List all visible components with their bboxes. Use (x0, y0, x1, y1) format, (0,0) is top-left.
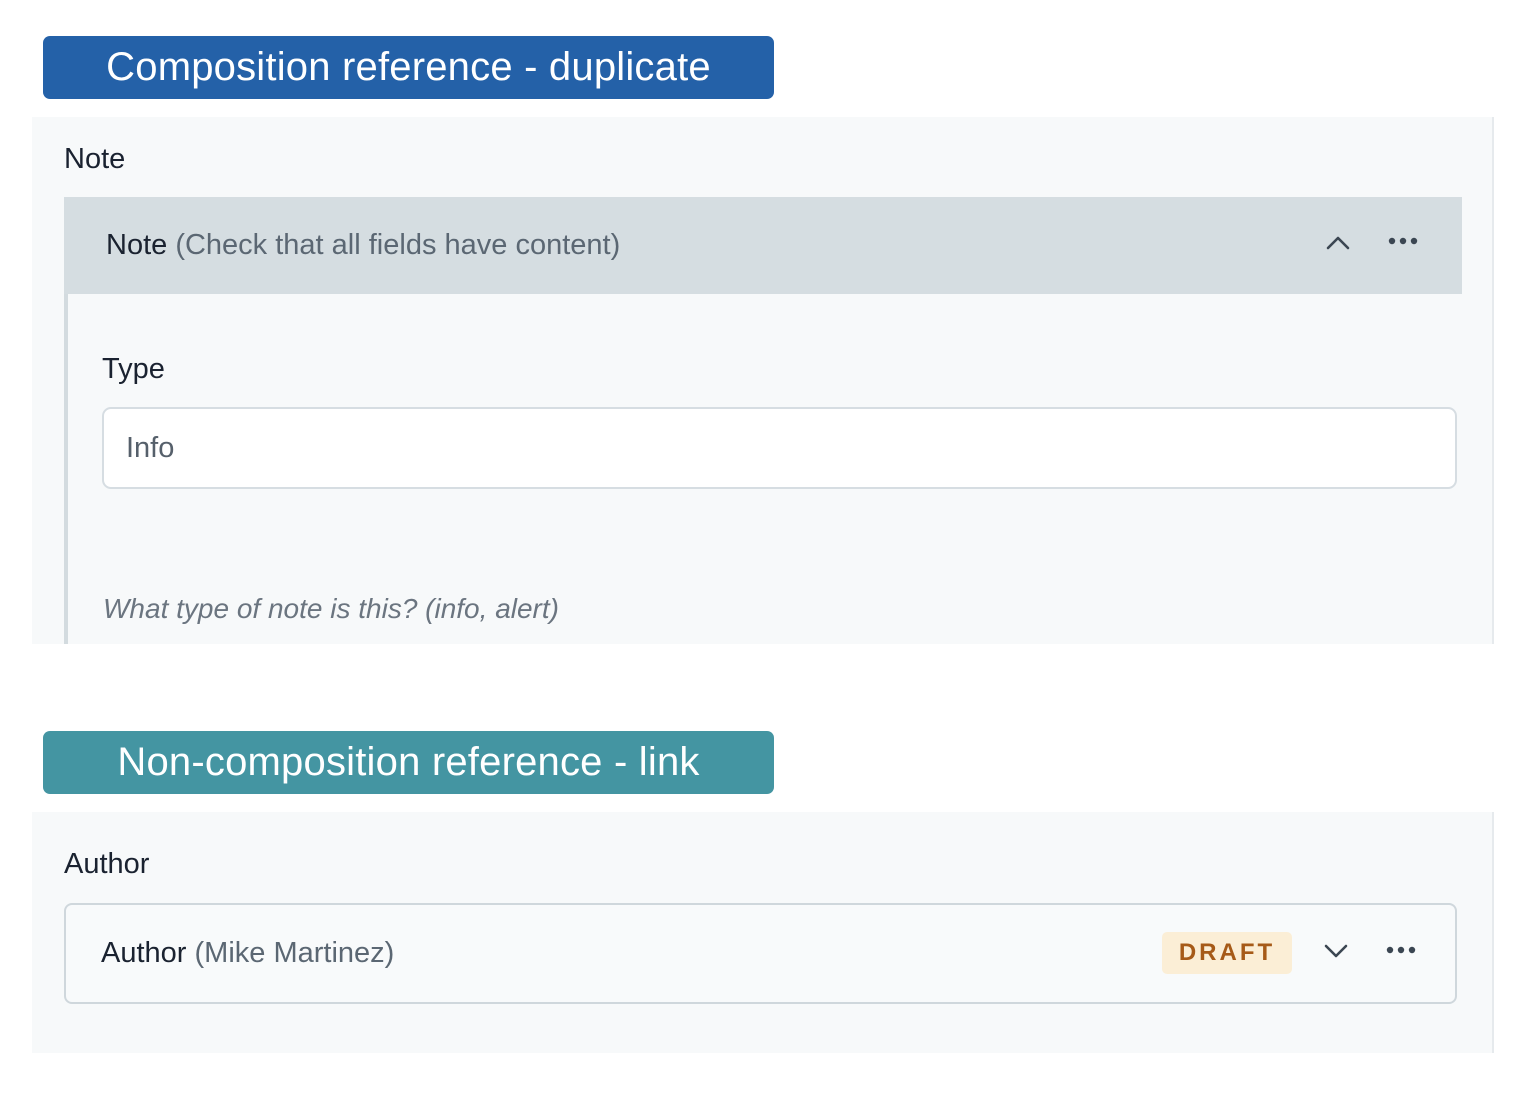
author-link-title-text: Author (101, 937, 187, 969)
chevron-up-icon (1326, 236, 1350, 250)
author-menu-button[interactable] (1381, 930, 1421, 970)
note-entry-title-text: Note (106, 229, 168, 261)
composition-reference-panel: Note Note (Check that all fields have co… (32, 117, 1494, 644)
more-horizontal-icon (1386, 946, 1416, 954)
note-menu-button[interactable] (1383, 221, 1423, 261)
composition-reference-tag: Composition reference - duplicate (43, 36, 774, 99)
type-help-text: What type of note is this? (info, alert) (103, 593, 559, 624)
non-composition-reference-panel: Author Author (Mike Martinez) DRAFT (32, 812, 1494, 1053)
note-entry-header[interactable]: Note (Check that all fields have content… (64, 197, 1462, 294)
type-field-label: Type (102, 353, 165, 385)
note-entry-title: Note (Check that all fields have content… (106, 229, 620, 262)
author-link-title: Author (Mike Martinez) (101, 937, 394, 970)
author-link-card[interactable]: Author (Mike Martinez) DRAFT (64, 903, 1457, 1004)
author-field-title: Author (64, 848, 150, 880)
author-link-subtitle: (Mike Martinez) (194, 937, 395, 969)
chevron-down-icon (1324, 944, 1348, 958)
note-entry-subtitle: (Check that all fields have content) (175, 229, 621, 261)
note-entry: Note (Check that all fields have content… (64, 197, 1462, 644)
more-horizontal-icon (1388, 237, 1418, 245)
type-input[interactable]: Info (102, 407, 1457, 489)
non-composition-reference-tag: Non-composition reference - link (43, 731, 774, 794)
status-badge: DRAFT (1162, 932, 1292, 974)
type-input-value: Info (126, 431, 175, 464)
expand-button[interactable] (1316, 931, 1356, 971)
note-field-title: Note (64, 143, 126, 175)
collapse-button[interactable] (1318, 223, 1358, 263)
